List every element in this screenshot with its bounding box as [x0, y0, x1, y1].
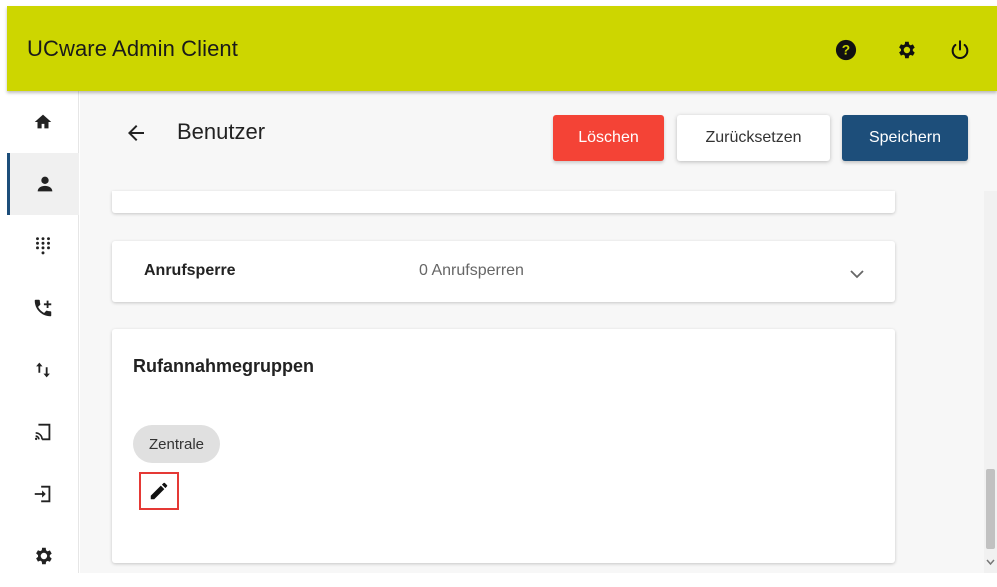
- group-chip[interactable]: Zentrale: [133, 425, 221, 463]
- page-title: Benutzer: [177, 119, 266, 144]
- cast-device-icon: [34, 423, 51, 441]
- power-icon[interactable]: [949, 39, 971, 61]
- anrufsperre-count: 0 Anrufsperren: [419, 262, 524, 279]
- delete-button[interactable]: Löschen: [553, 115, 664, 161]
- main-content: Benutzer Löschen Zurücksetzen Speichern …: [80, 91, 997, 573]
- page-header: Benutzer Löschen Zurücksetzen Speichern: [80, 91, 997, 191]
- phone-forward-icon: [34, 299, 52, 317]
- anrufsperre-panel[interactable]: Anrufsperre 0 Anrufsperren: [112, 241, 895, 302]
- settings-icon: [36, 547, 52, 565]
- settings-icon[interactable]: [895, 39, 917, 61]
- rufannahmegruppen-card: Rufannahmegruppen Zentrale: [112, 329, 895, 563]
- app-header: UCware Admin Client ?: [7, 6, 997, 91]
- login-icon: [34, 485, 51, 503]
- previous-section-card: [112, 191, 895, 213]
- user-icon: [37, 176, 52, 192]
- sidebar-item-forwarding[interactable]: [7, 277, 79, 339]
- sidebar-item-home[interactable]: [7, 91, 79, 153]
- scroll-down-icon[interactable]: [985, 557, 996, 567]
- reset-button[interactable]: Zurücksetzen: [677, 115, 830, 161]
- app-title: UCware Admin Client: [27, 36, 238, 61]
- edit-button[interactable]: [139, 472, 179, 510]
- scrollbar-thumb[interactable]: [986, 469, 995, 549]
- sidebar-nav: [7, 91, 79, 573]
- scrollbar[interactable]: [984, 191, 997, 573]
- sidebar-item-transfer[interactable]: [7, 339, 79, 401]
- sidebar-item-login[interactable]: [7, 463, 79, 525]
- sidebar-item-users[interactable]: [7, 153, 79, 215]
- pencil-icon: [150, 482, 168, 500]
- sidebar-item-devices[interactable]: [7, 401, 79, 463]
- sidebar-item-dialpad[interactable]: [7, 215, 79, 277]
- swap-vertical-icon: [36, 362, 50, 378]
- chevron-down-icon[interactable]: [848, 267, 866, 281]
- anrufsperre-label: Anrufsperre: [144, 262, 236, 279]
- help-icon[interactable]: ?: [835, 39, 857, 61]
- save-button[interactable]: Speichern: [842, 115, 968, 161]
- svg-text:?: ?: [842, 43, 850, 58]
- home-icon: [34, 114, 52, 129]
- section-title: Rufannahmegruppen: [133, 356, 315, 376]
- back-arrow-icon[interactable]: [124, 121, 148, 145]
- dialpad-icon: [36, 237, 50, 255]
- sidebar-item-settings[interactable]: [7, 525, 79, 587]
